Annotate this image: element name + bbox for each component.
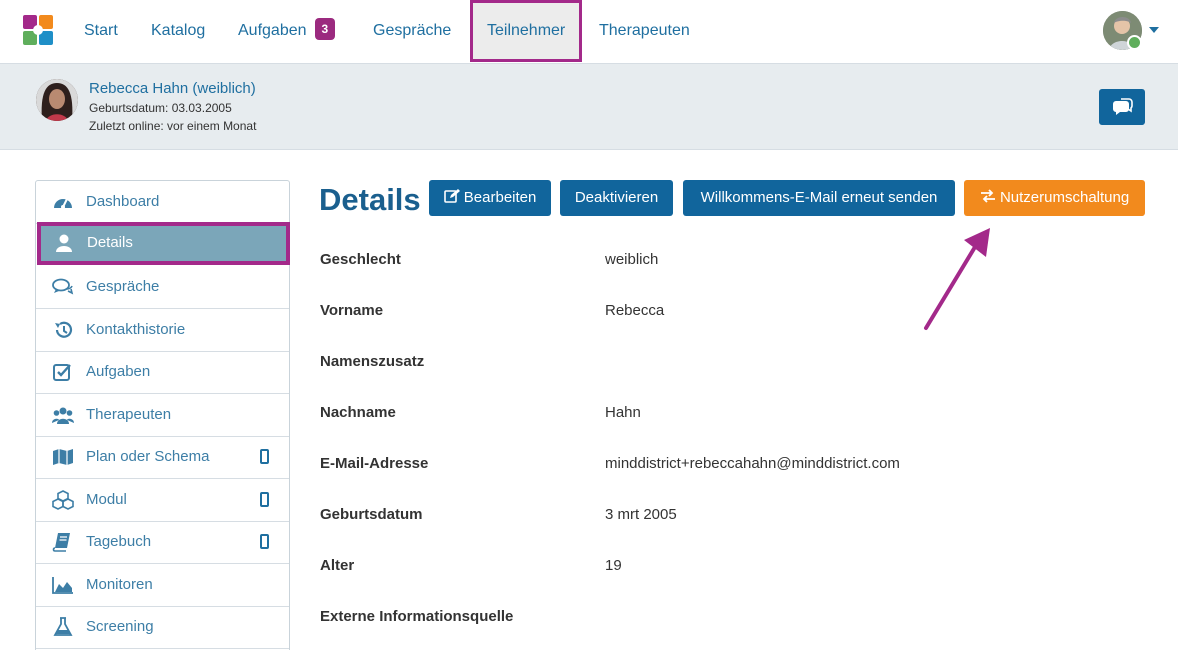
mobile-icon: [260, 492, 269, 507]
field-label-age: Alter: [320, 557, 355, 574]
edit-button[interactable]: Bearbeiten: [429, 180, 551, 216]
chat-bubbles-icon: [52, 278, 74, 295]
sidebar-item-kontakthistorie[interactable]: Kontakthistorie: [36, 309, 289, 352]
top-navigation: Start Katalog Aufgaben 3 Gespräche Teilne…: [0, 0, 1178, 64]
field-value-email: minddistrict+rebeccahahn@minddistrict.co…: [605, 455, 900, 472]
send-message-button[interactable]: [1099, 89, 1145, 125]
sidebar-item-label: Plan oder Schema: [86, 448, 210, 465]
deactivate-button-label: Deaktivieren: [574, 189, 659, 206]
participant-photo-icon: [36, 79, 78, 121]
user-icon: [56, 234, 72, 252]
mobile-icon: [260, 534, 269, 549]
nav-katalog[interactable]: Katalog: [151, 0, 205, 62]
user-menu-chevron-down-icon[interactable]: [1149, 27, 1159, 33]
map-icon: [53, 449, 73, 465]
participant-sidebar: Dashboard Details Gespräche Kontakthisto…: [35, 180, 290, 650]
participant-header: Rebecca Hahn (weiblich) Geburtsdatum: 03…: [0, 64, 1178, 150]
nav-aufgaben[interactable]: Aufgaben 3: [238, 0, 336, 62]
nav-start[interactable]: Start: [84, 0, 118, 62]
users-icon: [52, 407, 74, 424]
page-title: Details: [319, 182, 421, 217]
user-switch-button-label: Nutzerumschaltung: [999, 189, 1130, 206]
field-value-birthdate: 3 mrt 2005: [605, 506, 677, 523]
participant-birthdate: Geburtsdatum: 03.03.2005: [89, 101, 232, 115]
field-value-first-name: Rebecca: [605, 302, 665, 319]
resend-welcome-email-button[interactable]: Willkommens-E-Mail erneut senden: [683, 180, 955, 216]
nav-start-label: Start: [84, 22, 118, 39]
annotation-arrow-icon: [924, 228, 990, 330]
participant-avatar: [36, 79, 78, 121]
checkbox-icon: [53, 364, 71, 381]
nav-katalog-label: Katalog: [151, 22, 206, 39]
field-label-name-suffix: Namenszusatz: [320, 353, 425, 370]
sidebar-item-label: Monitoren: [86, 576, 153, 593]
sidebar-item-label: Therapeuten: [86, 406, 172, 423]
sidebar-item-tagebuch[interactable]: Tagebuch: [36, 521, 289, 564]
book-icon: [52, 533, 70, 552]
deactivate-button[interactable]: Deaktivieren: [560, 180, 673, 216]
nav-gespraeche-label: Gespräche: [373, 22, 452, 39]
flask-icon: [53, 617, 73, 636]
participant-last-online: Zuletzt online: vor einem Monat: [89, 119, 257, 133]
sidebar-item-label: Modul: [86, 491, 127, 508]
field-label-birthdate: Geburtsdatum: [320, 506, 423, 523]
participant-name[interactable]: Rebecca Hahn (weiblich): [89, 80, 256, 97]
field-value-gender: weiblich: [605, 251, 659, 268]
field-value-age: 19: [605, 557, 622, 574]
nav-teilnehmer[interactable]: Teilnehmer: [470, 0, 583, 62]
nav-teilnehmer-label: Teilnehmer: [487, 22, 566, 39]
sidebar-item-label: Screening: [86, 618, 154, 635]
sidebar-item-monitoren[interactable]: Monitoren: [36, 564, 289, 607]
field-label-external-source: Externe Informationsquelle: [320, 608, 514, 625]
sidebar-item-modul[interactable]: Modul: [36, 479, 289, 522]
field-label-last-name: Nachname: [320, 404, 396, 421]
app-logo[interactable]: [23, 15, 53, 47]
cubes-icon: [52, 490, 74, 510]
sidebar-item-label: Kontakthistorie: [86, 321, 186, 338]
sidebar-item-therapeuten[interactable]: Therapeuten: [36, 394, 289, 437]
area-chart-icon: [52, 577, 73, 594]
sidebar-item-gespraeche[interactable]: Gespräche: [36, 266, 289, 309]
field-label-email: E-Mail-Adresse: [320, 455, 429, 472]
nav-therapeuten-label: Therapeuten: [599, 22, 690, 39]
sidebar-item-details[interactable]: Details: [37, 222, 290, 265]
sidebar-item-label: Details: [87, 234, 133, 251]
history-icon: [55, 321, 73, 338]
chat-bubbles-icon: [1113, 98, 1133, 115]
nav-gespraeche[interactable]: Gespräche: [373, 0, 451, 62]
sidebar-item-screening[interactable]: Screening: [36, 606, 289, 649]
edit-button-label: Bearbeiten: [463, 189, 537, 206]
sidebar-item-label: Dashboard: [86, 193, 160, 210]
nav-aufgaben-label: Aufgaben: [238, 22, 307, 39]
mobile-icon: [260, 449, 269, 464]
dashboard-icon: [54, 198, 72, 209]
sidebar-item-plan-oder-schema[interactable]: Plan oder Schema: [36, 436, 289, 479]
sidebar-item-label: Tagebuch: [86, 533, 152, 550]
sidebar-item-dashboard[interactable]: Dashboard: [36, 181, 289, 224]
edit-icon: [443, 189, 460, 203]
nav-therapeuten[interactable]: Therapeuten: [599, 0, 690, 62]
eye-status-icon: [1127, 35, 1142, 50]
sidebar-item-aufgaben[interactable]: Aufgaben: [36, 351, 289, 394]
field-value-last-name: Hahn: [605, 404, 641, 421]
exchange-icon: [980, 189, 995, 203]
sidebar-item-label: Aufgaben: [86, 363, 151, 380]
field-label-gender: Geschlecht: [320, 251, 401, 268]
user-switch-button[interactable]: Nutzerumschaltung: [964, 180, 1145, 216]
field-label-first-name: Vorname: [320, 302, 384, 319]
resend-welcome-email-label: Willkommens-E-Mail erneut senden: [700, 189, 938, 206]
tasks-count-badge: 3: [314, 18, 336, 40]
sidebar-item-label: Gespräche: [86, 278, 160, 295]
